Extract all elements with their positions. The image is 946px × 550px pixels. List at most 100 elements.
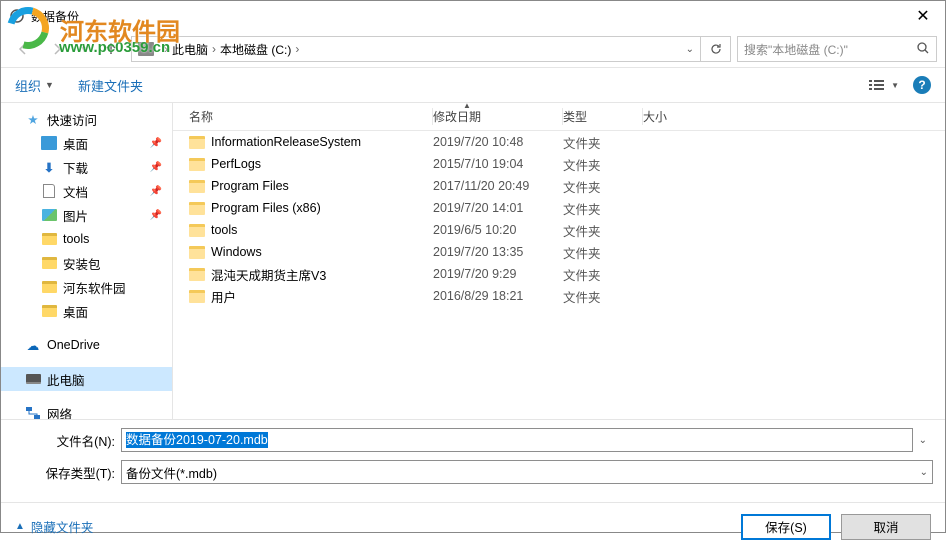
file-date: 2017/11/20 20:49 xyxy=(433,179,563,193)
file-name: 混沌天成期货主席V3 xyxy=(211,265,326,284)
sidebar-network[interactable]: 网络 xyxy=(1,401,172,419)
crumb-this-pc[interactable]: 此电脑 xyxy=(172,41,208,58)
hide-folders-button[interactable]: ▲ 隐藏文件夹 xyxy=(15,517,93,536)
chevron-down-icon: ▼ xyxy=(45,80,54,90)
file-name: PerfLogs xyxy=(211,157,261,171)
pin-icon: 📌 xyxy=(150,210,162,221)
cancel-button[interactable]: 取消 xyxy=(841,514,931,540)
folder-icon xyxy=(189,290,205,303)
file-row[interactable]: Windows2019/7/20 13:35文件夹 xyxy=(173,241,945,263)
folder-icon xyxy=(189,136,205,149)
folder-icon xyxy=(189,246,205,259)
header-name[interactable]: 名称 xyxy=(173,108,433,124)
view-options-button[interactable]: ▼ xyxy=(868,78,899,92)
folder-icon xyxy=(41,256,57,270)
nav-back-button[interactable] xyxy=(9,36,37,62)
star-icon: ★ xyxy=(25,112,41,126)
address-dropdown-icon[interactable]: ⌄ xyxy=(676,44,694,55)
filename-dropdown-icon[interactable]: ⌄ xyxy=(913,435,933,446)
content-area: ★ 快速访问 桌面 📌 ⬇ 下载 📌 文档 📌 图片 📌 tools xyxy=(1,103,945,419)
pin-icon: 📌 xyxy=(150,162,162,173)
file-date: 2016/8/29 18:21 xyxy=(433,289,563,303)
watermark-url: www.pc0359.cn xyxy=(59,39,170,56)
file-row[interactable]: Program Files (x86)2019/7/20 14:01文件夹 xyxy=(173,197,945,219)
file-row[interactable]: Program Files 2017/11/20 20:49文件夹 xyxy=(173,175,945,197)
close-button[interactable]: ✕ xyxy=(901,1,945,31)
address-breadcrumb[interactable]: › 此电脑 › 本地磁盘 (C:) › ⌄ xyxy=(131,36,701,62)
folder-icon xyxy=(41,280,57,294)
file-name: 用户 xyxy=(211,287,236,306)
sidebar-item-downloads[interactable]: ⬇ 下载 📌 xyxy=(1,155,172,179)
file-name: tools xyxy=(211,223,237,237)
sidebar-quick-access[interactable]: ★ 快速访问 xyxy=(1,107,172,131)
save-form-panel: 文件名(N): 数据备份2019-07-20.mdb ⌄ 保存类型(T): 备份… xyxy=(1,419,945,502)
file-row[interactable]: tools2019/6/5 10:20文件夹 xyxy=(173,219,945,241)
action-bar: ▲ 隐藏文件夹 保存(S) 取消 xyxy=(1,502,945,550)
network-icon xyxy=(25,406,41,419)
cloud-icon: ☁ xyxy=(25,338,41,352)
header-date[interactable]: 修改日期 xyxy=(433,108,563,124)
search-icon xyxy=(916,41,930,58)
folder-icon xyxy=(189,158,205,171)
file-type: 文件夹 xyxy=(563,133,643,152)
search-placeholder: 搜索"本地磁盘 (C:)" xyxy=(744,41,848,58)
desktop-icon xyxy=(41,136,57,150)
crumb-drive[interactable]: 本地磁盘 (C:) xyxy=(220,41,291,58)
filename-input[interactable]: 数据备份2019-07-20.mdb xyxy=(121,428,913,452)
file-name: Windows xyxy=(211,245,262,259)
sidebar-item-install[interactable]: 安装包 xyxy=(1,251,172,275)
file-name: InformationReleaseSystem xyxy=(211,135,361,149)
pc-icon xyxy=(25,372,41,386)
crumb-sep-icon: › xyxy=(212,42,216,56)
file-date: 2019/7/20 13:35 xyxy=(433,245,563,259)
folder-icon xyxy=(189,180,205,193)
file-type: 文件夹 xyxy=(563,177,643,196)
save-button[interactable]: 保存(S) xyxy=(741,514,831,540)
header-size[interactable]: 大小 xyxy=(643,108,703,125)
titlebar: 数据备份 ✕ xyxy=(1,1,945,31)
sort-indicator-icon: ▲ xyxy=(463,103,471,110)
toolbar: 组织 ▼ 新建文件夹 ▼ ? xyxy=(1,67,945,103)
sidebar-item-pictures[interactable]: 图片 📌 xyxy=(1,203,172,227)
file-type: 文件夹 xyxy=(563,155,643,174)
file-row[interactable]: PerfLogs 2015/7/10 19:04文件夹 xyxy=(173,153,945,175)
help-button[interactable]: ? xyxy=(913,76,931,94)
folder-icon xyxy=(189,202,205,215)
filetype-select[interactable]: 备份文件(*.mdb) ⌄ xyxy=(121,460,933,484)
download-icon: ⬇ xyxy=(41,160,57,174)
pin-icon: 📌 xyxy=(150,186,162,197)
filename-label: 文件名(N): xyxy=(13,431,121,450)
sidebar-item-documents[interactable]: 文档 📌 xyxy=(1,179,172,203)
file-type: 文件夹 xyxy=(563,265,643,284)
folder-icon xyxy=(41,304,57,318)
refresh-button[interactable] xyxy=(701,36,731,62)
header-type[interactable]: 类型 xyxy=(563,108,643,124)
organize-menu[interactable]: 组织 ▼ xyxy=(15,76,54,95)
crumb-sep-icon: › xyxy=(295,42,299,56)
new-folder-button[interactable]: 新建文件夹 xyxy=(78,76,143,95)
sidebar-item-tools[interactable]: tools xyxy=(1,227,172,251)
sidebar-item-hedong[interactable]: 河东软件园 xyxy=(1,275,172,299)
picture-icon xyxy=(41,208,57,222)
file-row[interactable]: 用户 2016/8/29 18:21文件夹 xyxy=(173,285,945,307)
file-type: 文件夹 xyxy=(563,199,643,218)
chevron-up-icon: ▲ xyxy=(15,521,25,532)
file-name: Program Files xyxy=(211,179,289,193)
file-date: 2019/6/5 10:20 xyxy=(433,223,563,237)
sidebar-item-desktop[interactable]: 桌面 📌 xyxy=(1,131,172,155)
search-input[interactable]: 搜索"本地磁盘 (C:)" xyxy=(737,36,937,62)
file-date: 2019/7/20 14:01 xyxy=(433,201,563,215)
file-type: 文件夹 xyxy=(563,287,643,306)
folder-icon xyxy=(189,224,205,237)
folder-icon xyxy=(41,232,57,246)
file-date: 2015/7/10 19:04 xyxy=(433,157,563,171)
file-row[interactable]: 混沌天成期货主席V32019/7/20 9:29文件夹 xyxy=(173,263,945,285)
sidebar-this-pc[interactable]: 此电脑 xyxy=(1,367,172,391)
window-title: 数据备份 xyxy=(31,8,79,25)
sidebar-item-desktop2[interactable]: 桌面 xyxy=(1,299,172,323)
app-icon xyxy=(9,8,25,24)
filetype-label: 保存类型(T): xyxy=(13,463,121,482)
folder-icon xyxy=(189,268,205,281)
sidebar-onedrive[interactable]: ☁ OneDrive xyxy=(1,333,172,357)
file-row[interactable]: InformationReleaseSystem2019/7/20 10:48文… xyxy=(173,131,945,153)
